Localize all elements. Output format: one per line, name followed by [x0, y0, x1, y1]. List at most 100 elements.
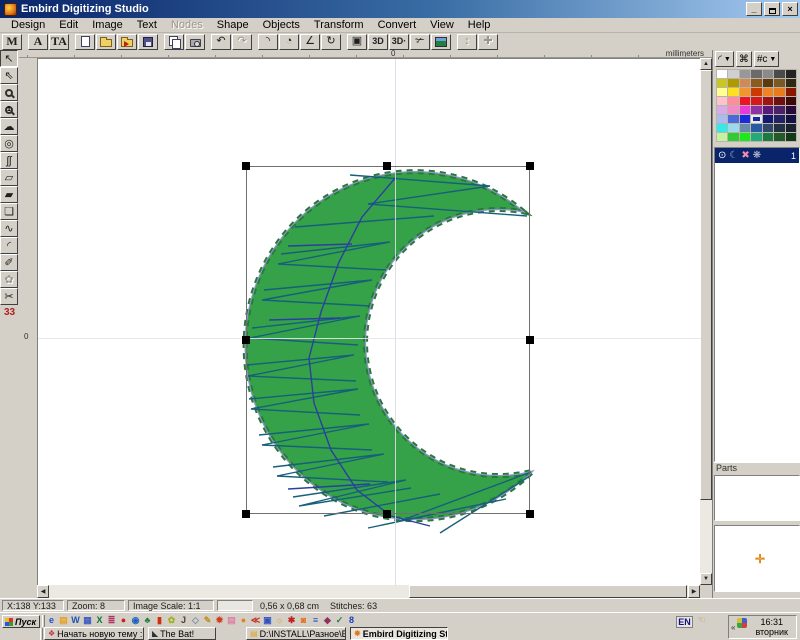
scroll-right-button[interactable]: ▶ — [688, 585, 700, 598]
manager-button[interactable]: M — [2, 34, 22, 50]
palette-swatch[interactable] — [740, 88, 750, 96]
quicklaunch-icon-19[interactable]: ▣ — [262, 614, 273, 627]
palette-swatch[interactable] — [728, 97, 738, 105]
quicklaunch-icon-21[interactable]: ✱ — [286, 614, 297, 627]
palette-swatch[interactable] — [751, 97, 761, 105]
quicklaunch-icon-20[interactable]: ☼ — [274, 614, 285, 627]
handle-middle-right[interactable] — [526, 336, 534, 344]
zoom-tool[interactable] — [0, 84, 18, 101]
design-canvas[interactable] — [37, 58, 700, 585]
menu-objects[interactable]: Objects — [256, 19, 307, 31]
palette-swatch[interactable] — [728, 79, 738, 87]
capture-button[interactable] — [185, 34, 205, 50]
satin-zigzag-tool[interactable]: ∿ — [0, 220, 18, 237]
palette-swatch[interactable] — [786, 124, 796, 132]
palette-swatch[interactable] — [751, 133, 761, 141]
quicklaunch-icon-25[interactable]: ✓ — [334, 614, 345, 627]
pattern-tool[interactable]: ✿ — [0, 271, 18, 288]
curve-tool[interactable]: ◜ — [0, 237, 18, 254]
gauge-button[interactable]: ◔ — [279, 34, 299, 50]
palette-swatch[interactable] — [751, 79, 761, 87]
menu-shape[interactable]: Shape — [210, 19, 256, 31]
menu-convert[interactable]: Convert — [371, 19, 424, 31]
palette-swatch[interactable] — [717, 133, 727, 141]
taskbar-window-3[interactable]: ▤D:\INSTALL\Разное\Embird — [246, 627, 346, 640]
taskbar-window-4[interactable]: ✸Embird Digitizing Stud... — [350, 627, 448, 640]
palette-swatch[interactable] — [763, 97, 773, 105]
taskbar-window-1[interactable]: ❖Начать новую тему :: В... — [44, 627, 144, 640]
palette-swatch[interactable] — [774, 88, 784, 96]
stitch-mark-icon[interactable]: ❋ — [753, 150, 761, 162]
palette-swatch[interactable] — [740, 70, 750, 78]
node-edit-tool[interactable]: ⇖ — [0, 67, 18, 84]
palette-swatch[interactable] — [786, 106, 796, 114]
quicklaunch-icon-1[interactable]: e — [46, 614, 57, 627]
rotate-button[interactable]: ↻ — [321, 34, 341, 50]
palette-swatch[interactable] — [728, 70, 738, 78]
save-design-button[interactable] — [138, 34, 158, 50]
horizontal-scroll-thumb[interactable] — [409, 585, 687, 598]
handle-middle-left[interactable] — [242, 336, 250, 344]
menu-image[interactable]: Image — [85, 19, 130, 31]
quicklaunch-icon-8[interactable]: ◉ — [130, 614, 141, 627]
palette-swatch[interactable] — [740, 115, 750, 123]
palette-swatch[interactable] — [717, 79, 727, 87]
quicklaunch-icon-12[interactable]: J — [178, 614, 189, 627]
palette-swatch[interactable] — [774, 124, 784, 132]
palette-swatch[interactable] — [763, 106, 773, 114]
quicklaunch-icon-24[interactable]: ◆ — [322, 614, 333, 627]
palette-swatch[interactable] — [774, 133, 784, 141]
palette-swatch[interactable] — [786, 88, 796, 96]
handle-bottom-middle[interactable] — [383, 510, 391, 518]
undo-button[interactable]: ↶ — [211, 34, 231, 50]
palette-swatch[interactable] — [774, 115, 784, 123]
menu-text[interactable]: Text — [130, 19, 164, 31]
palette-swatch[interactable] — [763, 115, 773, 123]
horizontal-scrollbar[interactable]: ◀ ▶ — [37, 585, 700, 598]
title-bar[interactable]: Embird Digitizing Studio _ × — [0, 0, 800, 18]
tray-collapse-arrow[interactable]: « — [731, 623, 735, 632]
stitch-cross-icon[interactable]: ✖ — [741, 150, 749, 162]
palette-swatch[interactable] — [728, 115, 738, 123]
fill-region-tool[interactable]: ☁ — [0, 118, 18, 135]
handle-top-left[interactable] — [242, 162, 250, 170]
palette-swatch[interactable] — [774, 79, 784, 87]
visibility-eye-icon[interactable]: ⊙ — [718, 150, 726, 162]
palette-swatch[interactable] — [786, 115, 796, 123]
curve-style-button[interactable]: ◜▼ — [715, 51, 734, 67]
view-3d-button[interactable]: 3D — [368, 34, 388, 50]
palette-swatch[interactable] — [728, 106, 738, 114]
quicklaunch-icon-22[interactable]: ◙ — [298, 614, 309, 627]
quicklaunch-icon-9[interactable]: ♣ — [142, 614, 153, 627]
angle-button[interactable]: ∠ — [300, 34, 320, 50]
stitch-density-button[interactable]: #c▼ — [754, 51, 780, 67]
copy-button[interactable] — [164, 34, 184, 50]
menu-help[interactable]: Help — [461, 19, 498, 31]
palette-swatch[interactable] — [717, 70, 727, 78]
quicklaunch-icon-14[interactable]: ✎ — [202, 614, 213, 627]
palette-swatch[interactable] — [740, 79, 750, 87]
vertical-scroll-thumb[interactable] — [700, 70, 712, 500]
vertical-scrollbar[interactable]: ▲ ▼ — [700, 58, 712, 585]
palette-swatch[interactable] — [740, 133, 750, 141]
quicklaunch-icon-17[interactable]: ● — [238, 614, 249, 627]
hatch-fill-tool[interactable]: ʃʃ — [0, 152, 18, 169]
toolbar-grip[interactable] — [42, 615, 45, 627]
palette-swatch[interactable] — [717, 97, 727, 105]
palette-swatch[interactable] — [763, 88, 773, 96]
quicklaunch-icon-4[interactable]: ▦ — [82, 614, 93, 627]
quicklaunch-icon-2[interactable]: ▤ — [58, 614, 69, 627]
ribbon-tool[interactable]: ▰ — [0, 186, 18, 203]
quicklaunch-icon-15[interactable]: ✹ — [214, 614, 225, 627]
palette-swatch[interactable] — [751, 115, 761, 123]
grid-3d-button[interactable]: 3D· — [389, 34, 409, 50]
palette-swatch[interactable] — [740, 124, 750, 132]
parts-list[interactable] — [714, 475, 800, 521]
column-tool[interactable]: ▱ — [0, 169, 18, 186]
palette-swatch[interactable] — [786, 70, 796, 78]
palette-swatch[interactable] — [774, 106, 784, 114]
text-adjust-button[interactable]: TA — [49, 34, 69, 50]
palette-swatch[interactable] — [717, 115, 727, 123]
trim-tool[interactable]: ✂ — [0, 288, 18, 305]
handle-top-middle[interactable] — [383, 162, 391, 170]
